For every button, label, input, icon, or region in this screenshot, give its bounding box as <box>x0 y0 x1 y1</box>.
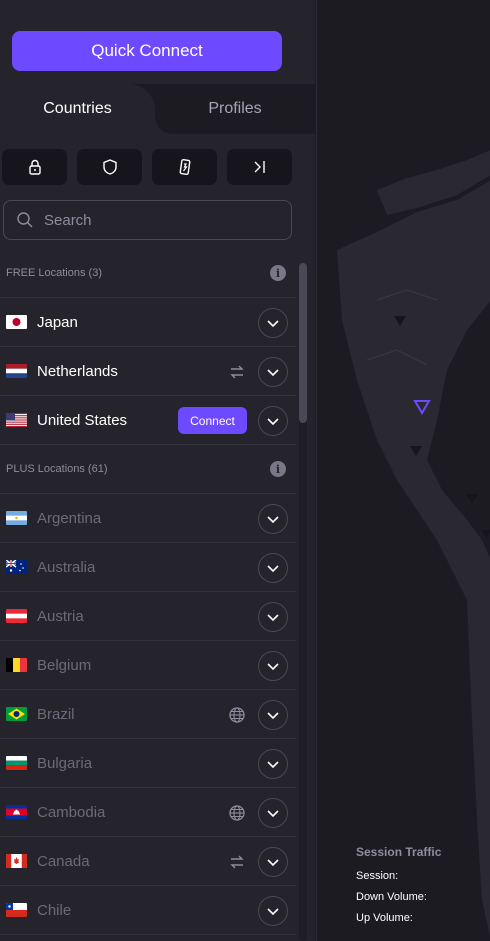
globe-icon <box>228 706 246 724</box>
info-icon[interactable]: i <box>270 461 286 477</box>
map-canvas <box>337 150 490 937</box>
expand-button[interactable] <box>258 504 288 534</box>
expand-button[interactable] <box>258 553 288 583</box>
up-volume-label: Up Volume: <box>356 912 413 924</box>
chevron-down-icon <box>267 320 279 328</box>
search-icon <box>17 212 33 228</box>
bulgaria-flag-icon <box>6 756 27 770</box>
expand-button[interactable] <box>258 896 288 926</box>
expand-button[interactable] <box>258 700 288 730</box>
server-marker-icon <box>481 530 490 538</box>
expand-button[interactable] <box>258 651 288 681</box>
chevron-down-icon <box>267 859 279 867</box>
free-locations-label: FREE Locations (3) <box>6 267 102 279</box>
info-icon[interactable]: i <box>270 265 286 281</box>
country-row-australia[interactable]: Australia <box>0 543 296 592</box>
chevron-down-icon <box>267 369 279 377</box>
arrow-right-bar-icon <box>254 161 265 173</box>
tab-bar: Countries Profiles <box>0 84 315 134</box>
search-input[interactable] <box>44 211 264 229</box>
tab-profiles[interactable]: Profiles <box>155 84 315 134</box>
netshield-filter-button[interactable] <box>77 149 142 185</box>
chevron-down-icon <box>267 418 279 426</box>
country-row-japan[interactable]: Japan <box>0 298 296 347</box>
country-row-canada[interactable]: Canada <box>0 837 296 886</box>
united-states-flag-icon <box>6 413 27 427</box>
chevron-down-icon <box>267 810 279 818</box>
scrollbar-thumb[interactable] <box>299 263 307 423</box>
p2p-swap-icon <box>228 363 246 381</box>
shield-icon <box>102 159 117 175</box>
country-row-cambodia[interactable]: Cambodia <box>0 788 296 837</box>
canada-flag-icon <box>6 854 27 868</box>
plus-locations-header: PLUS Locations (61) i <box>0 445 296 494</box>
australia-flag-icon <box>6 560 27 574</box>
chevron-down-icon <box>267 761 279 769</box>
tab-countries[interactable]: Countries <box>0 84 171 134</box>
japan-flag-icon <box>6 315 27 329</box>
country-row-belgium[interactable]: Belgium <box>0 641 296 690</box>
country-row-chile[interactable]: Chile <box>0 886 296 935</box>
chevron-down-icon <box>267 565 279 573</box>
expand-button[interactable] <box>258 602 288 632</box>
chile-flag-icon <box>6 903 27 917</box>
world-map[interactable] <box>316 0 490 941</box>
filter-toolbar <box>2 149 292 185</box>
scrollbar[interactable] <box>299 263 307 941</box>
connect-button[interactable]: Connect <box>178 407 247 434</box>
cambodia-flag-icon <box>6 805 27 819</box>
chevron-down-icon <box>267 908 279 916</box>
expand-button[interactable] <box>258 847 288 877</box>
country-list: FREE Locations (3) i Japan Netherlands U… <box>0 249 296 935</box>
country-row-netherlands[interactable]: Netherlands <box>0 347 296 396</box>
country-row-argentina[interactable]: Argentina <box>0 494 296 543</box>
globe-icon <box>228 804 246 822</box>
netherlands-flag-icon <box>6 364 27 378</box>
argentina-flag-icon <box>6 511 27 525</box>
country-row-austria[interactable]: Austria <box>0 592 296 641</box>
austria-flag-icon <box>6 609 27 623</box>
chevron-down-icon <box>267 614 279 622</box>
quick-connect-button[interactable]: Quick Connect <box>12 31 282 71</box>
free-locations-header: FREE Locations (3) i <box>0 249 296 298</box>
sidebar: Quick Connect Countries Profiles FREE Lo… <box>0 0 315 941</box>
chevron-down-icon <box>267 516 279 524</box>
session-traffic-panel: Session Traffic Session: Down Volume: Up… <box>356 845 441 933</box>
country-row-united-states[interactable]: United States Connect <box>0 396 296 445</box>
expand-button[interactable] <box>258 406 288 436</box>
p2p-filter-button[interactable] <box>152 149 217 185</box>
brazil-flag-icon <box>6 707 27 721</box>
p2p-swap-icon <box>228 853 246 871</box>
session-traffic-title: Session Traffic <box>356 845 442 859</box>
expand-button[interactable] <box>258 749 288 779</box>
chevron-down-icon <box>267 712 279 720</box>
country-row-bulgaria[interactable]: Bulgaria <box>0 739 296 788</box>
belgium-flag-icon <box>6 658 27 672</box>
secure-core-filter-button[interactable] <box>2 149 67 185</box>
server-marker-icon <box>466 494 478 504</box>
tor-filter-button[interactable] <box>227 149 292 185</box>
lock-icon <box>28 159 41 175</box>
session-label: Session: <box>356 870 399 882</box>
down-volume-label: Down Volume: <box>356 891 427 903</box>
chevron-down-icon <box>267 663 279 671</box>
expand-button[interactable] <box>258 798 288 828</box>
expand-button[interactable] <box>258 308 288 338</box>
country-row-brazil[interactable]: Brazil <box>0 690 296 739</box>
expand-button[interactable] <box>258 357 288 387</box>
search-box[interactable] <box>3 200 292 240</box>
p2p-icon <box>179 159 190 175</box>
plus-locations-label: PLUS Locations (61) <box>6 463 108 475</box>
